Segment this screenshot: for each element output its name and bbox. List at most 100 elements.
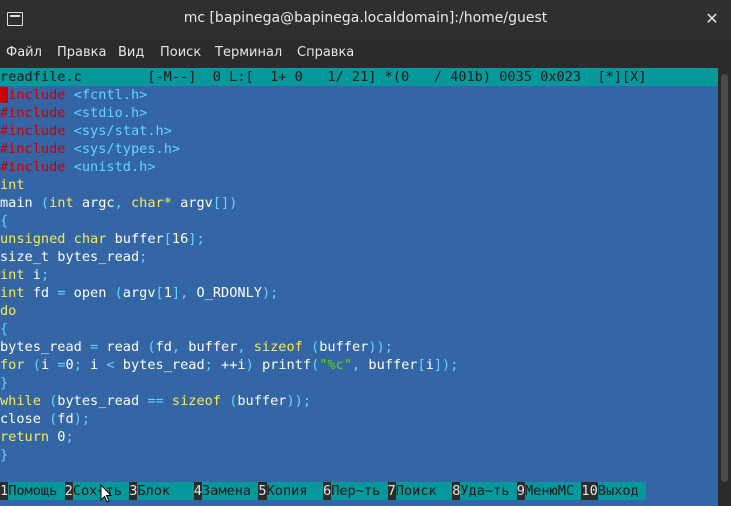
code-token: bytes_read xyxy=(57,393,148,409)
code-token: = xyxy=(90,339,99,355)
code-line[interactable]: close (fd); xyxy=(0,410,718,428)
code-line[interactable]: { xyxy=(0,212,718,230)
code-line[interactable]: for (i =0; i < bytes_read; ++i) printf("… xyxy=(0,356,718,374)
code-token: sizeof xyxy=(171,393,221,409)
fkey-1[interactable]: 1Помощь xyxy=(0,482,65,500)
fkey-10[interactable]: 10Выход xyxy=(581,482,646,500)
code-token: , xyxy=(352,357,369,373)
code-token: ); xyxy=(73,411,91,427)
code-line[interactable]: bytes_read = read (fd, buffer, sizeof (b… xyxy=(0,338,718,356)
scrollbar[interactable] xyxy=(718,68,731,506)
code-token: <sys/stat.h> xyxy=(73,123,172,139)
code-line[interactable]: #include <sys/stat.h> xyxy=(0,122,718,140)
menu-edit[interactable]: Правка xyxy=(57,45,106,60)
close-button[interactable]: ✕ xyxy=(701,8,723,30)
fkey-8[interactable]: 8Уда~ть xyxy=(452,482,517,500)
code-token: #include xyxy=(0,159,74,175)
fkey-number: 8 xyxy=(452,482,461,500)
code-token: []) xyxy=(212,195,238,211)
fkey-number: 3 xyxy=(129,482,138,500)
code-token: i xyxy=(40,357,58,373)
menu-view[interactable]: Вид xyxy=(118,45,144,60)
code-line[interactable]: int i; xyxy=(0,266,718,284)
code-line[interactable]: } xyxy=(0,374,718,392)
code-token: <fcntl.h> xyxy=(73,87,148,103)
code-token: #include xyxy=(0,123,74,139)
code-token: } xyxy=(0,375,9,391)
mouse-pointer-icon xyxy=(100,484,112,503)
code-line[interactable]: do xyxy=(0,302,718,320)
fkey-6[interactable]: 6Пер~ть xyxy=(323,482,388,500)
fkey-label: Поиск xyxy=(395,482,453,500)
code-token: ( xyxy=(147,339,156,355)
code-token: ( xyxy=(114,285,123,301)
fkey-9[interactable]: 9МенюMC xyxy=(516,482,582,500)
fkey-3[interactable]: 3Блок xyxy=(129,482,194,500)
code-line[interactable]: while (bytes_read == sizeof (buffer)); xyxy=(0,392,718,410)
code-token: bytes_read xyxy=(0,339,91,355)
code-token: bytes_read xyxy=(114,357,205,373)
code-token: { xyxy=(0,213,9,229)
menu-help[interactable]: Справка xyxy=(297,45,354,60)
code-token: argv xyxy=(122,285,156,301)
fkey-label: Замена xyxy=(201,482,259,500)
code-token: < xyxy=(106,357,115,373)
menu-file[interactable]: Файл xyxy=(6,45,42,60)
code-line[interactable]: } xyxy=(0,446,718,464)
code-token: == xyxy=(147,393,164,409)
code-line[interactable]: return 0; xyxy=(0,428,718,446)
code-token: argv xyxy=(171,195,213,211)
menu-bar: Файл Правка Вид Поиск Терминал Справка xyxy=(0,40,731,68)
fkey-7[interactable]: 7Поиск xyxy=(387,482,453,500)
menu-terminal[interactable]: Терминал xyxy=(215,45,282,60)
code-line[interactable]: #include <stdio.h> xyxy=(0,104,718,122)
window-titlebar[interactable]: mc [bapinega@bapinega.localdomain]:/home… xyxy=(0,0,731,40)
code-token: printf xyxy=(253,357,312,373)
code-line[interactable]: int fd = open (argv[1], O_RDONLY); xyxy=(0,284,718,302)
fkey-label: Помощь xyxy=(8,482,65,500)
fkey-2[interactable]: 2Сох~ть xyxy=(64,482,130,500)
code-token: <unistd.h> xyxy=(73,159,156,175)
code-token: int xyxy=(0,177,25,193)
fkey-5[interactable]: 5Копия xyxy=(258,482,323,500)
code-token: main xyxy=(0,195,41,211)
code-token: fd xyxy=(57,411,74,427)
code-token: [ xyxy=(155,285,164,301)
code-token: )); xyxy=(368,339,393,355)
code-token: 0 xyxy=(65,357,74,373)
code-line[interactable]: #include <fcntl.h> xyxy=(0,86,718,104)
scroll-thumb[interactable] xyxy=(721,74,728,482)
code-token: ; xyxy=(139,249,148,265)
code-line[interactable]: size_t bytes_read; xyxy=(0,248,718,266)
code-line[interactable]: int xyxy=(0,176,718,194)
code-token: 16 xyxy=(171,231,189,247)
code-line[interactable]: { xyxy=(0,320,718,338)
fkey-number: 7 xyxy=(387,482,396,500)
code-token: buffer xyxy=(368,357,418,373)
code-token: while xyxy=(0,393,41,409)
menu-search[interactable]: Поиск xyxy=(160,45,201,60)
code-line[interactable]: unsigned char buffer[16]; xyxy=(0,230,718,248)
text-cursor: # xyxy=(0,87,9,103)
code-token: ( xyxy=(32,357,41,373)
code-token: } xyxy=(0,447,9,463)
code-token: fd xyxy=(155,339,172,355)
fkey-4[interactable]: 4Замена xyxy=(193,482,259,500)
code-token: <sys/types.h> xyxy=(73,141,181,157)
code-token: ; xyxy=(40,267,50,283)
code-token: unsigned char xyxy=(0,231,107,247)
code-line[interactable]: #include <sys/types.h> xyxy=(0,140,718,158)
fkey-number: 5 xyxy=(258,482,267,500)
code-line[interactable]: #include <unistd.h> xyxy=(0,158,718,176)
code-token: buffer xyxy=(188,339,238,355)
code-token: argc xyxy=(73,195,115,211)
code-line[interactable]: main (int argc, char* argv[]) xyxy=(0,194,718,212)
code-token: ); xyxy=(261,285,279,301)
code-token: int xyxy=(0,267,25,283)
code-token: ) xyxy=(245,357,254,373)
code-editor[interactable]: #include <fcntl.h> #include <stdio.h> #inc… xyxy=(0,86,718,464)
terminal-area[interactable]: readfile.c [-M--] 0 L:[ 1+ 0 1/ 21] *(0 … xyxy=(0,68,718,506)
